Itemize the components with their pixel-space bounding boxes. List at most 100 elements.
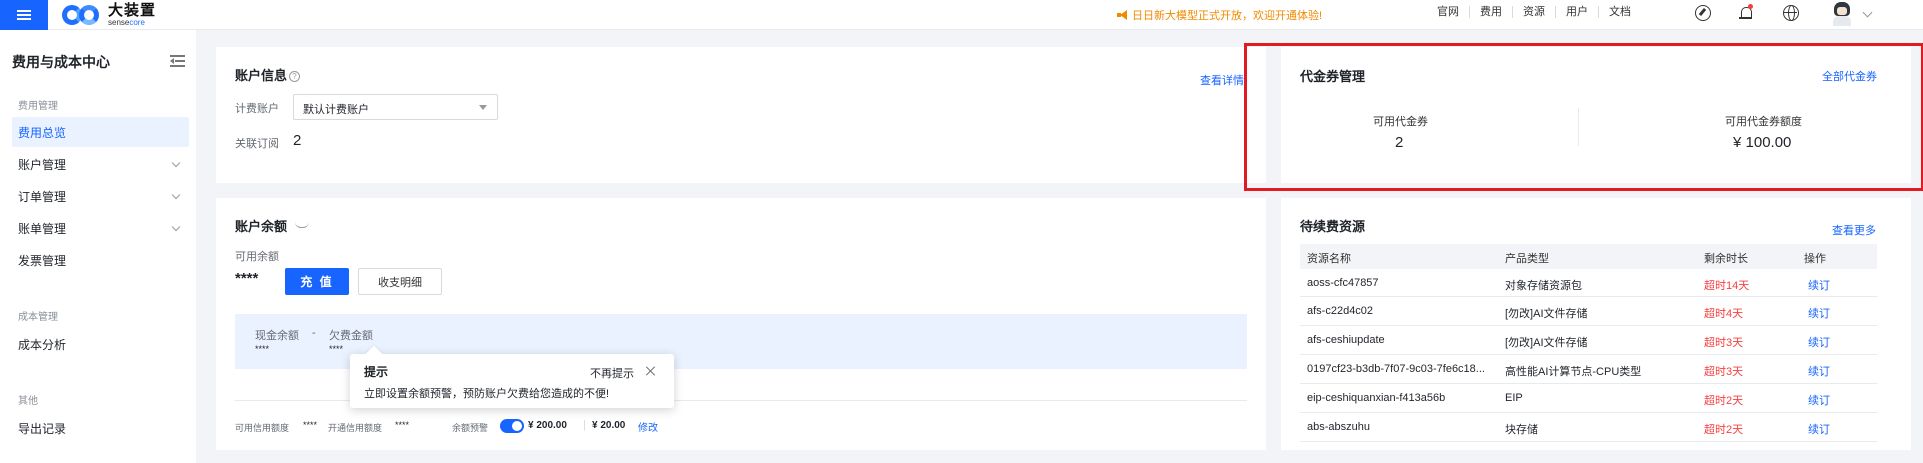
balance-alert-amount: ¥ 200.00 — [528, 420, 567, 431]
renew-link[interactable]: 续订 — [1808, 421, 1830, 437]
table-row: [勿改]AI文件存储 — [1505, 308, 1588, 320]
table-row: afs-c22d4c02 — [1307, 305, 1374, 317]
modify-link[interactable]: 修改 — [638, 419, 658, 434]
renewals-title: 待续费资源 — [1300, 219, 1366, 234]
logo-subtitle: sensecore — [108, 18, 145, 27]
group-label-billing: 费用管理 — [18, 101, 58, 112]
row-divider — [1300, 354, 1877, 355]
renew-link[interactable]: 续订 — [1808, 334, 1830, 350]
table-row: 超时3天 — [1704, 337, 1744, 349]
open-credit-label: 开通信用额度 — [328, 423, 383, 433]
renew-link[interactable]: 续订 — [1808, 277, 1830, 293]
table-row: aoss-cfc47857 — [1307, 277, 1379, 289]
nav-users[interactable]: 用户 — [1556, 6, 1599, 18]
table-row: 0197cf23-b3db-7f07-9c03-7fe6c18... — [1307, 363, 1485, 375]
notification-dot — [1748, 4, 1753, 9]
table-row: EIP — [1505, 392, 1523, 404]
top-nav: 官网 费用 资源 用户 文档 — [1427, 6, 1641, 18]
subscription-count[interactable]: 2 — [293, 132, 301, 149]
separator: - — [312, 327, 316, 339]
column-header-remaining: 剩余时长 — [1704, 253, 1748, 265]
cash-balance-label: 现金余额 — [255, 330, 299, 342]
sidebar-item-invoices[interactable]: 发票管理 — [12, 245, 189, 275]
dont-show-again-link[interactable]: 不再提示 — [590, 365, 634, 381]
globe-icon[interactable] — [1783, 5, 1799, 21]
debt-amount-value: **** — [329, 344, 344, 354]
table-row: abs-abszuhu — [1307, 421, 1370, 433]
transactions-button[interactable]: 收支明细 — [358, 268, 442, 295]
row-divider — [1300, 412, 1877, 413]
close-icon[interactable] — [646, 366, 656, 376]
table-row: 超时2天 — [1704, 424, 1744, 436]
debt-amount-label: 欠费金额 — [329, 330, 373, 342]
sidebar-item-overview[interactable]: 费用总览 — [12, 117, 189, 147]
sidebar-title: 费用与成本中心 — [12, 54, 110, 70]
balance-alert-toggle[interactable] — [500, 419, 524, 433]
table-row: 对象存储资源包 — [1505, 280, 1582, 292]
megaphone-icon — [1117, 10, 1128, 20]
nav-docs[interactable]: 文档 — [1599, 6, 1641, 18]
announcement-text: 日日新大模型正式开放，欢迎开通体验! — [1132, 10, 1323, 22]
recharge-button[interactable]: 充 值 — [285, 268, 349, 295]
row-divider — [1300, 383, 1877, 384]
nav-billing[interactable]: 费用 — [1470, 6, 1513, 18]
table-row: 高性能AI计算节点-CPU类型 — [1505, 366, 1642, 378]
billing-account-select[interactable]: 默认计费账户 — [293, 94, 498, 120]
top-bar: 大装置 sensecore 日日新大模型正式开放，欢迎开通体验! 官网 费用 资… — [0, 0, 1923, 30]
column-header-action: 操作 — [1804, 253, 1826, 265]
row-divider — [1300, 296, 1877, 297]
available-balance-label: 可用余额 — [235, 251, 279, 263]
renew-link[interactable]: 续订 — [1808, 305, 1830, 321]
sidebar-item-cost-analysis[interactable]: 成本分析 — [12, 329, 189, 359]
balance-alert-label: 余额预警 — [452, 423, 489, 433]
credit-limit-value: **** — [303, 420, 318, 430]
help-icon[interactable]: ? — [289, 71, 301, 82]
tooltip-title: 提示 — [364, 365, 389, 379]
column-header-name: 资源名称 — [1307, 253, 1351, 265]
table-row: 超时3天 — [1704, 366, 1744, 378]
cash-balance-value: **** — [255, 344, 270, 354]
account-info-title: 账户信息? — [235, 65, 301, 84]
sidebar-item-export[interactable]: 导出记录 — [12, 413, 189, 443]
balance-alert-tooltip: 提示 不再提示 立即设置余额预警，预防账户欠费给您造成的不便! — [350, 354, 674, 408]
subscription-label: 关联订阅 — [235, 138, 279, 150]
menu-icon[interactable] — [0, 0, 48, 30]
highlight-frame — [1244, 43, 1923, 191]
chevron-down-icon — [171, 190, 181, 200]
chevron-down-icon[interactable] — [1862, 7, 1873, 18]
group-label-other: 其他 — [18, 396, 38, 407]
table-row: afs-ceshiupdate — [1307, 334, 1385, 346]
announcement[interactable]: 日日新大模型正式开放，欢迎开通体验! — [1117, 7, 1322, 23]
tooltip-message: 立即设置余额预警，预防账户欠费给您造成的不便! — [364, 388, 610, 400]
billing-account-label: 计费账户 — [235, 103, 279, 115]
logo-mark-icon — [62, 4, 102, 26]
row-divider — [1300, 325, 1877, 326]
view-more-link[interactable]: 查看更多 — [1832, 222, 1876, 238]
nav-official-site[interactable]: 官网 — [1427, 6, 1470, 18]
separator-bar: | — [583, 419, 586, 431]
logo-title: 大装置 — [108, 2, 157, 19]
column-header-type: 产品类型 — [1505, 253, 1549, 265]
view-details-link[interactable]: 查看详情 — [1200, 72, 1244, 88]
nav-resources[interactable]: 资源 — [1513, 6, 1556, 18]
collapse-sidebar-icon[interactable] — [170, 55, 185, 67]
credit-limit-label: 可用信用额度 — [235, 423, 290, 433]
sidebar: 费用与成本中心 费用管理 费用总览 账户管理 订单管理 账单管理 发票管理 成本… — [0, 30, 196, 463]
available-balance-value: **** — [235, 270, 259, 287]
balance-title: 账户余额 — [235, 219, 288, 234]
sidebar-item-accounts[interactable]: 账户管理 — [12, 149, 189, 179]
row-divider — [1300, 441, 1877, 442]
sidebar-item-bills[interactable]: 账单管理 — [12, 213, 189, 243]
chevron-down-icon — [171, 222, 181, 232]
renew-link[interactable]: 续订 — [1808, 392, 1830, 408]
table-row: 块存储 — [1505, 424, 1538, 436]
renew-link[interactable]: 续订 — [1808, 363, 1830, 379]
logo[interactable]: 大装置 sensecore — [62, 3, 156, 27]
avatar[interactable] — [1831, 2, 1853, 26]
caret-down-icon — [479, 105, 487, 110]
compass-icon[interactable] — [1695, 5, 1711, 21]
table-row: 超时14天 — [1704, 280, 1750, 292]
sidebar-item-orders[interactable]: 订单管理 — [12, 181, 189, 211]
chevron-down-icon — [171, 158, 181, 168]
table-header — [1300, 244, 1877, 269]
